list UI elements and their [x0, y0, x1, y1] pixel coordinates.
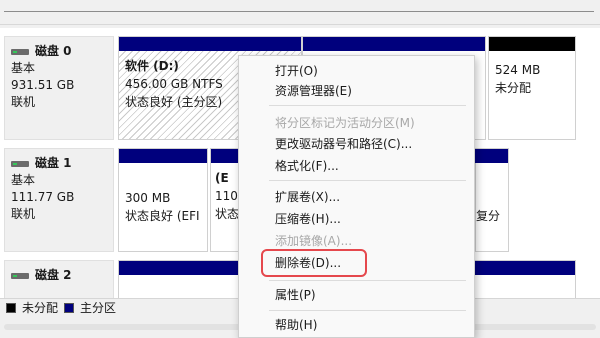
- menu-item-extend-volume[interactable]: 扩展卷(X)...: [275, 187, 340, 207]
- primary-partition-bar: [119, 149, 207, 163]
- partition-unallocated[interactable]: 524 MB 未分配: [488, 36, 576, 140]
- disk-2-info[interactable]: 磁盘 2: [4, 260, 114, 300]
- disk-icon: [11, 48, 29, 55]
- menu-item-shrink-volume[interactable]: 压缩卷(H)...: [275, 209, 341, 229]
- disk-1-type: 基本: [11, 173, 36, 187]
- disk-1-title: 磁盘 1: [11, 155, 107, 172]
- partition-label: (E: [215, 171, 229, 185]
- menu-item-delete-volume[interactable]: 删除卷(D)...: [275, 253, 341, 273]
- partition-status: 复分: [476, 209, 501, 223]
- menu-item-explorer[interactable]: 资源管理器(E): [275, 81, 352, 101]
- partition-status: 状态良好 (EFI: [125, 209, 200, 223]
- menu-separator: [269, 180, 466, 181]
- menu-item-change-drive-letter[interactable]: 更改驱动器号和路径(C)...: [275, 134, 412, 154]
- disk-0-size: 931.51 GB: [11, 78, 75, 92]
- partition-status: 状态: [215, 207, 240, 221]
- partition-e[interactable]: (E 110 状态: [210, 148, 240, 252]
- unallocated-label: 未分配: [495, 81, 532, 95]
- context-menu: 打开(O) 资源管理器(E) 将分区标记为活动分区(M) 更改驱动器号和路径(C…: [238, 55, 475, 338]
- disk-icon: [11, 272, 29, 279]
- partition-recovery[interactable]: 复分: [466, 148, 509, 252]
- legend-unallocated: 未分配: [22, 301, 59, 315]
- menu-item-format[interactable]: 格式化(F)...: [275, 156, 339, 176]
- disk-0-info[interactable]: 磁盘 0 基本 931.51 GB 联机: [4, 36, 114, 140]
- disk-1-size: 111.77 GB: [11, 190, 75, 204]
- menu-item-add-mirror: 添加镜像(A)...: [275, 234, 353, 248]
- partition-size: 300 MB: [125, 191, 171, 205]
- primary-swatch: [64, 302, 75, 313]
- partition-size: 110: [215, 189, 238, 203]
- partition-label: 软件 (D:): [125, 59, 179, 73]
- unallocated-swatch: [6, 302, 16, 313]
- disk-0-name: 磁盘 0: [35, 44, 72, 58]
- menu-item-open[interactable]: 打开(O): [275, 61, 318, 81]
- disk-management-window: 磁盘 0 基本 931.51 GB 联机 软件 (D:) 456.00 GB N…: [0, 0, 600, 338]
- menu-item-properties[interactable]: 属性(P): [275, 285, 316, 305]
- legend-primary: 主分区: [80, 301, 117, 315]
- menu-separator: [269, 310, 466, 311]
- menu-item-mark-active: 将分区标记为活动分区(M): [275, 116, 415, 130]
- primary-partition-bar: [303, 37, 485, 51]
- menu-separator: [269, 105, 466, 106]
- primary-partition-bar: [119, 37, 301, 51]
- disk-0-status: 联机: [11, 95, 36, 109]
- disk-2-title: 磁盘 2: [11, 267, 107, 284]
- disk-2-name: 磁盘 2: [35, 268, 72, 282]
- disk-0-type: 基本: [11, 61, 36, 75]
- partition-size: 456.00 GB NTFS: [125, 77, 223, 91]
- volume-list-divider: [4, 11, 594, 12]
- disk-1-name: 磁盘 1: [35, 156, 72, 170]
- disk-icon: [11, 160, 29, 167]
- volume-list-area: [0, 0, 600, 25]
- unallocated-size: 524 MB: [495, 63, 541, 77]
- disk-1-status: 联机: [11, 207, 36, 221]
- disk-0-title: 磁盘 0: [11, 43, 107, 60]
- disk-1-info[interactable]: 磁盘 1 基本 111.77 GB 联机: [4, 148, 114, 252]
- partition-status: 状态良好 (主分区): [125, 95, 223, 109]
- unallocated-bar: [489, 37, 575, 51]
- menu-item-help[interactable]: 帮助(H): [275, 315, 317, 335]
- primary-partition-bar: [211, 149, 239, 163]
- menu-separator: [269, 280, 466, 281]
- partition-efi[interactable]: 300 MB 状态良好 (EFI: [118, 148, 208, 252]
